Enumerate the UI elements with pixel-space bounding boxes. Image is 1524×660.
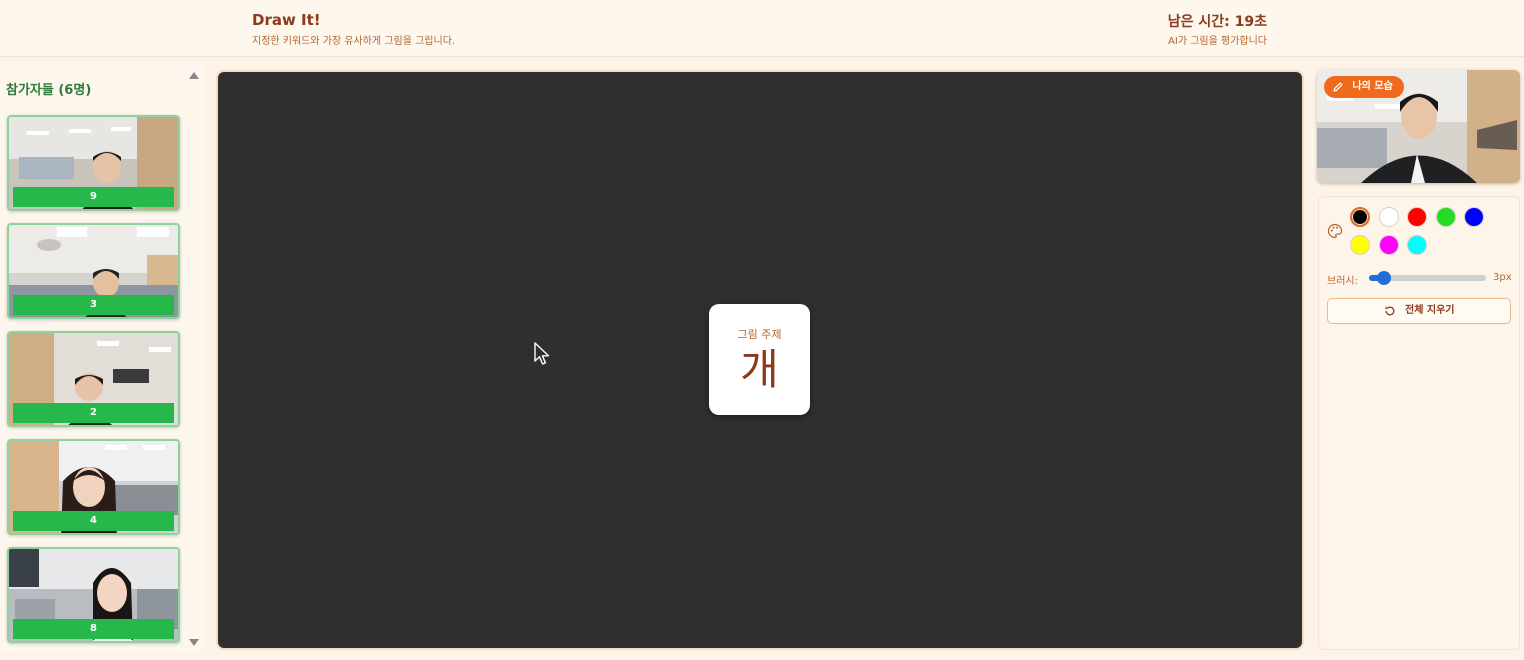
participant-tile[interactable]: 3: [7, 223, 180, 319]
brush-size-value: 3px: [1493, 272, 1512, 283]
app-title: Draw It!: [252, 11, 321, 29]
brush-size-slider-thumb[interactable]: [1376, 271, 1391, 285]
app-header: Draw It! 지정한 키워드와 가장 유사하게 그림을 그립니다. 남은 시…: [0, 0, 1524, 57]
mouse-cursor-icon: [534, 342, 550, 365]
participant-label: 9: [13, 187, 174, 207]
participant-label: 4: [13, 511, 174, 531]
reset-icon: [1385, 306, 1394, 316]
participant-tile[interactable]: 4: [7, 439, 180, 535]
self-view-badge: 나의 모습: [1324, 76, 1404, 98]
drawing-canvas[interactable]: 그림 주제 개: [218, 72, 1302, 648]
topic-card: 그림 주제 개: [709, 304, 810, 415]
participants-title: 참가자들 (6명): [6, 83, 92, 98]
scroll-down-arrow-icon[interactable]: [189, 639, 199, 646]
brush-label: 브러시:: [1327, 276, 1358, 287]
pencil-icon: [1333, 82, 1343, 92]
participant-tile[interactable]: 9: [7, 115, 180, 211]
participant-tile[interactable]: 8: [7, 547, 180, 643]
color-swatch[interactable]: [1378, 207, 1399, 227]
self-view-label: 나의 모습: [1352, 81, 1393, 92]
topic-word: 개: [740, 345, 779, 394]
color-swatch[interactable]: [1350, 235, 1370, 255]
participant-label: 2: [13, 403, 174, 423]
clear-all-button[interactable]: 전체 지우기: [1327, 298, 1511, 324]
scroll-up-arrow-icon[interactable]: [189, 72, 199, 79]
color-swatch[interactable]: [1407, 207, 1427, 227]
brush-size-slider[interactable]: [1369, 271, 1486, 285]
app-subtitle: 지정한 키워드와 가장 유사하게 그림을 그립니다.: [252, 36, 456, 47]
ai-evaluation-note: AI가 그림을 평가합니다: [1168, 36, 1267, 47]
participant-label: 3: [13, 295, 174, 315]
color-swatch[interactable]: [1378, 235, 1399, 255]
timer: 남은 시간: 19초: [1167, 14, 1267, 30]
participant-tile[interactable]: 2: [7, 331, 180, 427]
color-swatch[interactable]: [1407, 235, 1427, 255]
participant-label: 8: [13, 619, 174, 639]
palette-icon: [1327, 223, 1343, 239]
drawing-tools-panel: 브러시: 3px 전체 지우기: [1318, 196, 1520, 650]
clear-all-label: 전체 지우기: [1405, 305, 1455, 316]
color-swatch[interactable]: [1435, 207, 1456, 227]
self-video: 나의 모습: [1317, 70, 1520, 183]
participants-panel: 참가자들 (6명) 9 3 2 4 8: [0, 62, 204, 652]
topic-label: 그림 주제: [737, 328, 782, 341]
color-swatch[interactable]: [1464, 207, 1484, 227]
color-swatch[interactable]: [1350, 207, 1370, 227]
